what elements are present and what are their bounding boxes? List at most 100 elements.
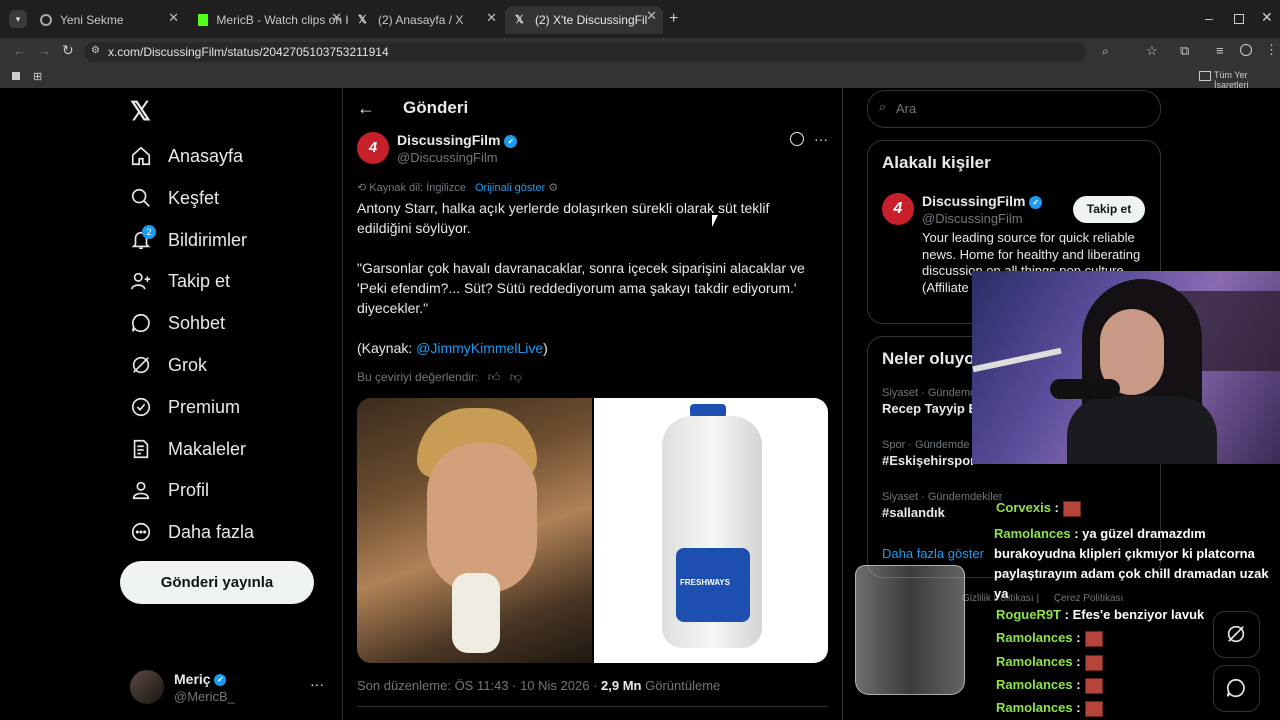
nav-item-profile[interactable]: Profil: [130, 479, 209, 501]
browser-tab-active[interactable]: 𝕏 (2) X'te DiscussingFilm: "Antony ✕: [505, 6, 663, 34]
nav-label: Makaleler: [168, 438, 247, 459]
close-tab-icon[interactable]: ✕: [646, 8, 657, 24]
restore-button[interactable]: [1234, 14, 1244, 24]
search-icon: ⌕: [879, 99, 887, 114]
webcam-overlay: [972, 271, 1280, 464]
minimize-button[interactable]: –: [1205, 10, 1213, 26]
browser-tab[interactable]: 𝕏 (2) Anasayfa / X ✕: [348, 8, 503, 32]
post-button[interactable]: Gönderi yayınla: [120, 561, 314, 604]
author-handle[interactable]: @DiscussingFilm: [397, 150, 498, 165]
account-switcher[interactable]: Meriç ✓ @MericB_ ···: [128, 668, 328, 708]
thumbs-down-icon[interactable]: 👎︎: [510, 370, 522, 384]
milk-bottle-small: [452, 573, 500, 653]
author-name[interactable]: DiscussingFilm ✓: [397, 132, 518, 148]
emote-icon: [1084, 700, 1103, 717]
nav-label: Profil: [168, 479, 210, 500]
notification-badge: 2: [142, 225, 156, 239]
bookmark-star-icon[interactable]: ☆: [1146, 43, 1158, 59]
close-tab-icon[interactable]: ✕: [168, 10, 179, 26]
show-original-link[interactable]: Orijinali göster: [475, 182, 545, 194]
homelander-image[interactable]: [357, 398, 592, 663]
post-paragraph: Antony Starr, halka açık yerlerde dolaşı…: [357, 200, 770, 236]
chat-username[interactable]: Ramolances: [996, 700, 1073, 715]
nav-item-articles[interactable]: Makaleler: [130, 438, 246, 460]
tab-search-button[interactable]: ▾: [9, 10, 27, 28]
verified-badge-icon: ✓: [504, 134, 518, 148]
account-handle: @MericB_: [174, 689, 235, 704]
close-window-button[interactable]: ✕: [1261, 9, 1273, 26]
chat-partial-line: [996, 476, 1196, 490]
nav-item-follow[interactable]: Takip et: [130, 270, 230, 292]
mention-link[interactable]: @JimmyKimmelLive: [416, 340, 543, 356]
chat-message: Ramolances :: [996, 700, 1103, 717]
chat-username[interactable]: Corvexis: [996, 500, 1051, 515]
nav-item-explore[interactable]: Keşfet: [130, 187, 219, 209]
streamer-body: [1067, 396, 1217, 464]
chat-username[interactable]: Ramolances: [996, 654, 1073, 669]
follow-icon: [131, 272, 151, 290]
profile-icon[interactable]: [1240, 44, 1252, 56]
nav-item-more[interactable]: Daha fazla: [130, 521, 254, 543]
show-more-link[interactable]: Daha fazla göster: [882, 546, 984, 561]
tab-icon[interactable]: [12, 72, 20, 80]
trend-topic: #Eskişehirspor: [882, 453, 976, 468]
forward-arrow-icon[interactable]: →: [38, 43, 51, 58]
all-bookmarks-label[interactable]: Tüm Yer İşaretleri: [1214, 70, 1280, 90]
site-info-icon[interactable]: ⚙: [91, 45, 100, 56]
chat-floating-button[interactable]: [1213, 665, 1260, 712]
reload-icon[interactable]: ↻: [62, 42, 74, 59]
translation-note: ⟲ Kaynak dil: İngilizce Orijinali göster…: [357, 182, 559, 194]
chat-username[interactable]: Ramolances: [996, 677, 1073, 692]
menu-icon[interactable]: ⋮: [1265, 42, 1278, 58]
back-arrow-icon[interactable]: ←: [13, 43, 26, 58]
search-box[interactable]: ⌕ Ara: [867, 90, 1161, 128]
x-logo-icon[interactable]: 𝕏: [130, 96, 151, 127]
account-name: Meriç ✓: [174, 671, 227, 687]
browser-tab[interactable]: Yeni Sekme ✕: [30, 8, 185, 32]
chat-username[interactable]: Ramolances: [996, 630, 1073, 645]
home-icon: [131, 146, 151, 166]
meta-divider: [357, 706, 828, 707]
zoom-icon[interactable]: ⌕: [1102, 44, 1109, 59]
search-placeholder: Ara: [896, 101, 917, 116]
apps-icon[interactable]: ⊞: [33, 70, 42, 83]
back-arrow-icon[interactable]: ←: [357, 98, 375, 119]
new-tab-button[interactable]: +: [669, 10, 678, 28]
grok-icon: [132, 356, 150, 374]
avatar: [130, 670, 164, 704]
author-avatar[interactable]: 4: [357, 132, 389, 164]
trend-item[interactable]: Siyaset · Gündemdekiler #sallandık: [882, 491, 1002, 520]
card-title: Neler oluyor: [882, 349, 982, 368]
trend-item[interactable]: Spor · Gündemde #Eskişehirspor: [882, 439, 975, 468]
account-menu-icon[interactable]: ···: [310, 676, 324, 692]
tab-title: (2) X'te DiscussingFilm: "Antony: [535, 13, 647, 27]
more-options-icon[interactable]: ···: [814, 131, 828, 147]
extensions-icon[interactable]: ⧉: [1180, 43, 1189, 59]
grok-icon[interactable]: [790, 132, 804, 146]
nav-item-home[interactable]: Anasayfa: [130, 145, 243, 167]
microphone: [1050, 379, 1120, 399]
media-icon[interactable]: ≡: [1216, 43, 1224, 58]
close-tab-icon[interactable]: ✕: [331, 10, 342, 26]
nav-item-chat[interactable]: Sohbet: [130, 312, 225, 334]
related-name[interactable]: DiscussingFilm ✓: [922, 193, 1043, 209]
milk-jug-image[interactable]: FRESHWAYS: [594, 398, 828, 663]
post-media[interactable]: FRESHWAYS: [357, 398, 828, 663]
trend-item[interactable]: Siyaset · Gündemde Recep Tayyip E: [882, 387, 982, 416]
nav-item-premium[interactable]: Premium: [130, 396, 240, 418]
post-paragraph: "Garsonlar çok havalı davranacaklar, son…: [357, 260, 805, 316]
grok-floating-button[interactable]: [1213, 611, 1260, 658]
chat-message: Ramolances : ya güzel dramazdım burakoyu…: [994, 526, 1269, 601]
chat-username[interactable]: Ramolances: [994, 526, 1071, 541]
settings-icon[interactable]: ⚙: [548, 182, 558, 194]
related-avatar[interactable]: 4: [882, 193, 914, 225]
url-field[interactable]: ⚙ x.com/DiscussingFilm/status/2042705103…: [84, 42, 1158, 62]
close-tab-icon[interactable]: ✕: [486, 10, 497, 26]
nav-item-notifications[interactable]: 2 Bildirimler: [130, 225, 247, 251]
chat-username[interactable]: RogueR9T: [996, 607, 1061, 622]
nav-item-grok[interactable]: Grok: [130, 354, 207, 376]
browser-tab[interactable]: MericB - Watch clips on Kick ✕: [188, 8, 348, 32]
thumbs-up-icon[interactable]: 👍︎: [488, 370, 501, 384]
follow-button[interactable]: Takip et: [1073, 196, 1145, 223]
chat-icon: [131, 313, 150, 333]
